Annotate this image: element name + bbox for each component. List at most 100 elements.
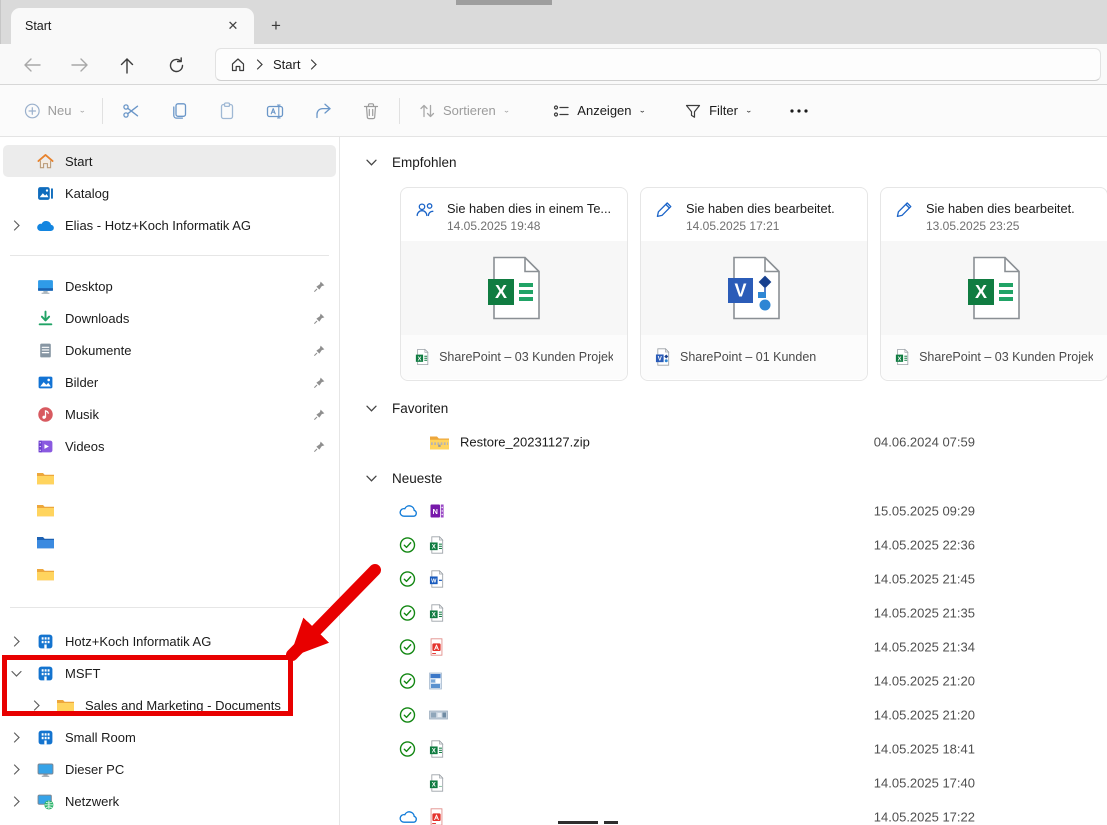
sidebar-item-musik[interactable]: Musik xyxy=(3,398,336,430)
sidebar-item-desktop[interactable]: Desktop xyxy=(3,270,336,302)
forward-button[interactable] xyxy=(64,49,96,81)
sidebar-item-start[interactable]: Start xyxy=(3,145,336,177)
sidebar-item-folder[interactable] xyxy=(3,462,336,494)
breadcrumb-chevron-icon[interactable] xyxy=(256,59,263,70)
recommended-card[interactable]: Sie haben dies in einem Te... 14.05.2025… xyxy=(400,187,628,381)
view-icon xyxy=(552,102,570,120)
new-tab-button[interactable]: + xyxy=(263,13,289,39)
svg-text:W: W xyxy=(431,579,437,585)
more-options-button[interactable] xyxy=(779,93,819,129)
filter-button[interactable]: Filter⌄ xyxy=(676,93,760,129)
chevron-right-icon[interactable] xyxy=(3,220,29,231)
excel-file-icon: X xyxy=(415,348,429,366)
sidebar-item-dieser-pc[interactable]: Dieser PC xyxy=(3,753,336,785)
cut-button[interactable] xyxy=(107,93,155,129)
up-button[interactable] xyxy=(111,49,143,81)
excel-file-icon: X xyxy=(429,740,444,758)
section-header-neueste[interactable]: Neueste xyxy=(366,469,442,487)
pin-icon xyxy=(313,312,326,325)
sidebar-item-folder-blue[interactable] xyxy=(3,526,336,558)
svg-text:N: N xyxy=(432,507,437,516)
tab-start[interactable]: Start ✕ xyxy=(11,8,254,44)
sort-icon xyxy=(418,102,436,120)
card-source: SharePoint – 03 Kunden Projekte xyxy=(439,350,613,364)
navigation-bar: Start xyxy=(0,44,1107,85)
home-breadcrumb-icon[interactable] xyxy=(230,57,246,73)
pin-icon xyxy=(313,344,326,357)
sidebar-item-downloads[interactable]: Downloads xyxy=(3,302,336,334)
recent-file-row[interactable]: 14.05.2025 21:20 xyxy=(341,664,1107,698)
recent-file-row[interactable]: 14.05.2025 21:34 xyxy=(341,630,1107,664)
videos-icon xyxy=(35,436,55,456)
recent-file-row[interactable]: 14.05.2025 21:20 xyxy=(341,698,1107,732)
network-icon xyxy=(35,791,55,811)
recent-file-date: 14.05.2025 22:36 xyxy=(855,538,975,553)
svg-text:X: X xyxy=(432,782,436,789)
favorite-item-row[interactable]: Restore_20231127.zip 04.06.2024 07:59 xyxy=(341,425,1107,459)
new-button[interactable]: Neu⌄ xyxy=(16,93,94,129)
sidebar-item-folder[interactable] xyxy=(3,558,336,590)
recent-file-row[interactable]: N 15.05.2025 09:29 xyxy=(341,494,1107,528)
delete-button[interactable] xyxy=(347,93,395,129)
home-icon xyxy=(35,151,55,171)
sidebar-item-videos[interactable]: Videos xyxy=(3,430,336,462)
chevron-right-icon[interactable] xyxy=(3,796,29,807)
chevron-down-icon[interactable] xyxy=(3,670,29,677)
chevron-down-icon xyxy=(366,405,377,412)
folder-icon xyxy=(35,564,55,584)
sidebar-item-dokumente[interactable]: Dokumente xyxy=(3,334,336,366)
recommended-card[interactable]: Sie haben dies bearbeitet. 14.05.2025 17… xyxy=(640,187,868,381)
sidebar-item-netzwerk[interactable]: Netzwerk xyxy=(3,785,336,817)
recent-file-row[interactable]: X 14.05.2025 22:36 xyxy=(341,528,1107,562)
onedrive-cloud-icon xyxy=(35,215,55,235)
tab-title: Start xyxy=(25,19,222,33)
breadcrumb-start[interactable]: Start xyxy=(273,57,300,72)
tab-close-icon[interactable]: ✕ xyxy=(222,15,244,37)
sidebar-item-onedrive[interactable]: Elias - Hotz+Koch Informatik AG xyxy=(3,209,336,241)
chevron-right-icon[interactable] xyxy=(3,764,29,775)
paste-button[interactable] xyxy=(203,93,251,129)
breadcrumb-chevron-icon[interactable] xyxy=(310,59,317,70)
chevron-down-icon xyxy=(366,475,377,482)
chevron-right-icon[interactable] xyxy=(3,636,29,647)
recent-file-row[interactable]: X 14.05.2025 21:35 xyxy=(341,596,1107,630)
recent-file-row[interactable]: X 14.05.2025 17:40 xyxy=(341,766,1107,800)
section-header-favoriten[interactable]: Favoriten xyxy=(366,399,448,417)
recommended-card[interactable]: Sie haben dies bearbeitet. 13.05.2025 23… xyxy=(880,187,1107,381)
share-button[interactable] xyxy=(299,93,347,129)
recommended-cards: Sie haben dies in einem Te... 14.05.2025… xyxy=(400,187,1107,381)
sidebar-item-label: MSFT xyxy=(65,666,100,681)
card-activity-title: Sie haben dies in einem Te... xyxy=(447,200,611,219)
sidebar-item-msft[interactable]: MSFT xyxy=(3,657,336,689)
svg-text:X: X xyxy=(432,612,436,619)
sort-button[interactable]: Sortieren⌄ xyxy=(410,93,518,129)
pin-icon xyxy=(313,440,326,453)
recent-file-row[interactable]: X 14.05.2025 18:41 xyxy=(341,732,1107,766)
cloud-status-icon xyxy=(399,504,418,518)
chevron-right-icon[interactable] xyxy=(23,700,49,711)
rename-button[interactable] xyxy=(251,93,299,129)
back-button[interactable] xyxy=(16,49,48,81)
excel-file-icon: X xyxy=(429,774,444,792)
sidebar-item-sales-marketing[interactable]: Sales and Marketing - Documents xyxy=(23,689,336,721)
toolbar-divider xyxy=(399,98,400,124)
recent-file-row[interactable]: W 14.05.2025 21:45 xyxy=(341,562,1107,596)
view-button[interactable]: Anzeigen⌄ xyxy=(544,93,654,129)
refresh-button[interactable] xyxy=(160,49,192,81)
copy-button[interactable] xyxy=(155,93,203,129)
recent-file-row[interactable]: 14.05.2025 17:22 xyxy=(341,800,1107,825)
sidebar-item-folder[interactable] xyxy=(3,494,336,526)
recent-file-date: 14.05.2025 21:20 xyxy=(855,674,975,689)
synced-check-icon xyxy=(399,741,416,758)
section-header-empfohlen[interactable]: Empfohlen xyxy=(366,153,457,171)
downloads-icon xyxy=(35,308,55,328)
chevron-right-icon[interactable] xyxy=(3,732,29,743)
address-bar[interactable]: Start xyxy=(215,48,1101,81)
excel-file-icon: X xyxy=(429,604,444,622)
sidebar-item-hotzkoch[interactable]: Hotz+Koch Informatik AG xyxy=(3,625,336,657)
sidebar-item-bilder[interactable]: Bilder xyxy=(3,366,336,398)
sidebar-item-katalog[interactable]: Katalog xyxy=(3,177,336,209)
sidebar-item-small-room[interactable]: Small Room xyxy=(3,721,336,753)
sidebar-item-label: Start xyxy=(65,154,92,169)
card-activity-date: 14.05.2025 17:21 xyxy=(686,219,835,233)
